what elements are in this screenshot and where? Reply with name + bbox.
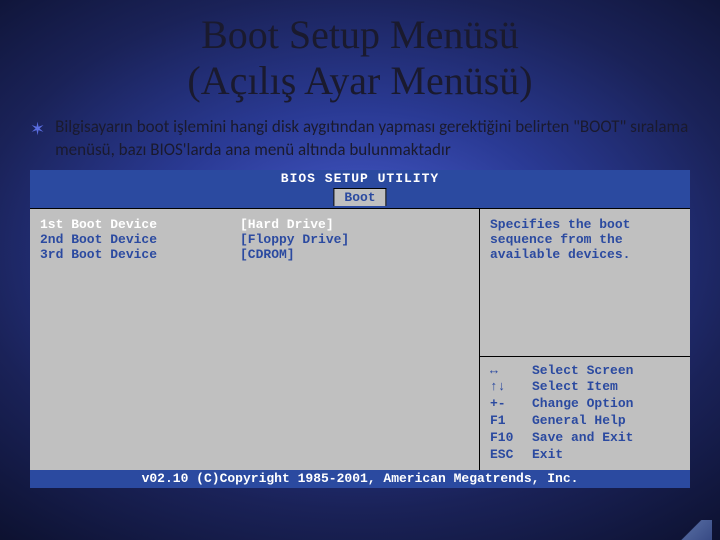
hint-desc: Select Screen [532,363,680,380]
boot-device-1-label: 1st Boot Device [40,217,240,232]
hint-key: F10 [490,430,528,447]
hint-key: F1 [490,413,528,430]
bullet-list: ✶ Bilgisayarın boot işlemini hangi disk … [0,110,720,170]
boot-device-1[interactable]: 1st Boot Device [Hard Drive] [40,217,469,232]
bios-tab-boot[interactable]: Boot [333,188,386,206]
hint-key: ESC [490,447,528,464]
corner-page-curl-icon [672,520,712,540]
bios-tab-bar: Boot [30,188,690,208]
bios-header: BIOS SETUP UTILITY [30,170,690,188]
hint-desc: Select Item [532,379,680,396]
hint-change-option: +- Change Option [490,396,680,413]
boot-device-3-label: 3rd Boot Device [40,247,240,262]
boot-device-3-value: [CDROM] [240,247,295,262]
bios-screenshot: BIOS SETUP UTILITY Boot 1st Boot Device … [30,170,690,488]
hint-desc: General Help [532,413,680,430]
boot-device-3[interactable]: 3rd Boot Device [CDROM] [40,247,469,262]
boot-device-2-label: 2nd Boot Device [40,232,240,247]
hint-desc: Save and Exit [532,430,680,447]
hint-desc: Exit [532,447,680,464]
boot-device-2-value: [Floppy Drive] [240,232,349,247]
bios-footer: v02.10 (C)Copyright 1985-2001, American … [30,470,690,488]
hint-exit: ESC Exit [490,447,680,464]
hint-desc: Change Option [532,396,680,413]
slide-title: Boot Setup Menüsü (Açılış Ayar Menüsü) [0,0,720,110]
hint-save-exit: F10 Save and Exit [490,430,680,447]
bullet-item: ✶ Bilgisayarın boot işlemini hangi disk … [30,116,690,162]
bullet-text: Bilgisayarın boot işlemini hangi disk ay… [55,116,690,162]
bios-help-text: Specifies the boot sequence from the ava… [480,209,690,357]
hint-select-screen: ↔ Select Screen [490,363,680,380]
boot-device-2[interactable]: 2nd Boot Device [Floppy Drive] [40,232,469,247]
bullet-star-icon: ✶ [30,118,45,140]
bios-window: BIOS SETUP UTILITY Boot 1st Boot Device … [30,170,690,488]
hint-select-item: ↑↓ Select Item [490,379,680,396]
hint-key: ↔ [490,363,528,380]
hint-general-help: F1 General Help [490,413,680,430]
slide: Boot Setup Menüsü (Açılış Ayar Menüsü) ✶… [0,0,720,540]
boot-device-1-value: [Hard Drive] [240,217,334,232]
hint-key: +- [490,396,528,413]
bios-right-panel: Specifies the boot sequence from the ava… [480,209,690,470]
bios-key-hints: ↔ Select Screen ↑↓ Select Item +- Change… [480,357,690,470]
hint-key: ↑↓ [490,379,528,396]
bios-body: 1st Boot Device [Hard Drive] 2nd Boot De… [30,208,690,470]
bios-left-panel: 1st Boot Device [Hard Drive] 2nd Boot De… [30,209,480,470]
title-line-1: Boot Setup Menüsü [0,12,720,58]
title-line-2: (Açılış Ayar Menüsü) [0,58,720,104]
